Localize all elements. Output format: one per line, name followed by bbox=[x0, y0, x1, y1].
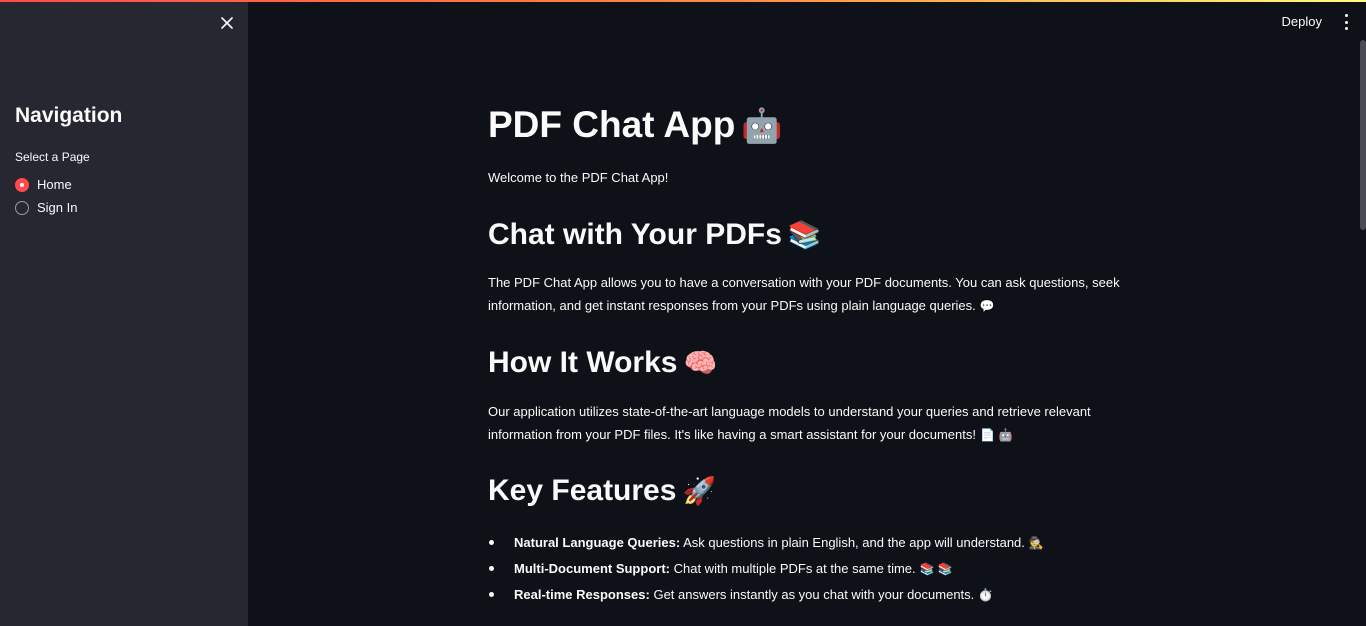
feature-text: Ask questions in plain English, and the … bbox=[683, 535, 1025, 550]
radio-option-sign-in[interactable]: Sign In bbox=[15, 200, 77, 215]
feature-title: Multi-Document Support: bbox=[514, 561, 670, 576]
dot bbox=[1344, 20, 1348, 24]
radio-option-label: Sign In bbox=[37, 200, 78, 215]
section-body-text: The PDF Chat App allows you to have a co… bbox=[488, 275, 1120, 313]
rocket-icon: 🚀 bbox=[682, 476, 717, 506]
brain-icon: 🧠 bbox=[683, 348, 718, 378]
welcome-text: Welcome to the PDF Chat App! bbox=[488, 170, 669, 185]
feature-title: Real-time Responses: bbox=[514, 587, 650, 602]
radio-option-home[interactable]: Home bbox=[15, 177, 72, 192]
section-body-how: Our application utilizes state-of-the-ar… bbox=[488, 400, 1128, 447]
top-decoration-bar bbox=[0, 0, 1366, 2]
dot bbox=[1344, 14, 1348, 17]
page-title: PDF Chat App 🤖 bbox=[488, 104, 783, 146]
sidebar-title: Navigation bbox=[15, 104, 123, 127]
radio-unselected-indicator[interactable] bbox=[15, 200, 29, 215]
section-heading-text: How It Works bbox=[488, 346, 678, 379]
section-body-chat: The PDF Chat App allows you to have a co… bbox=[488, 271, 1128, 318]
books-icon: 📚 📚 bbox=[919, 562, 953, 576]
sidebar: Navigation Select a Page Home Sign In bbox=[0, 0, 248, 626]
close-icon bbox=[221, 17, 233, 29]
stopwatch-icon: ⏱️ bbox=[978, 588, 994, 602]
detective-icon: 🕵️ bbox=[1028, 536, 1044, 550]
list-item: Real-time Responses: Get answers instant… bbox=[488, 582, 1044, 608]
robot-icon: 🤖 bbox=[741, 108, 783, 145]
feature-text: Chat with multiple PDFs at the same time… bbox=[673, 561, 916, 576]
close-sidebar-button[interactable] bbox=[216, 12, 238, 34]
books-icon: 📚 bbox=[787, 220, 822, 250]
section-heading-features: Key Features 🚀 bbox=[488, 474, 716, 508]
radio-group-label: Select a Page bbox=[15, 150, 90, 164]
feature-title: Natural Language Queries: bbox=[514, 535, 681, 550]
section-heading-text: Chat with Your PDFs bbox=[488, 218, 782, 251]
dot bbox=[1344, 27, 1348, 30]
list-item: Natural Language Queries: Ask questions … bbox=[488, 530, 1044, 556]
radio-option-label: Home bbox=[37, 177, 72, 192]
feature-text: Get answers instantly as you chat with y… bbox=[653, 587, 975, 602]
list-item: Multi-Document Support: Chat with multip… bbox=[488, 556, 1044, 582]
section-heading-text: Key Features bbox=[488, 474, 677, 507]
speech-bubble-icon: 💬 bbox=[979, 299, 995, 313]
page-title-text: PDF Chat App bbox=[488, 104, 736, 145]
app-header: Deploy bbox=[1066, 2, 1366, 42]
document-robot-icons: 📄 🤖 bbox=[980, 428, 1014, 442]
radio-selected-indicator[interactable] bbox=[15, 177, 29, 192]
deploy-button[interactable]: Deploy bbox=[1282, 14, 1322, 29]
main-menu-button[interactable] bbox=[1340, 14, 1352, 30]
feature-list: Natural Language Queries: Ask questions … bbox=[488, 530, 1044, 608]
page-scrollbar[interactable] bbox=[1360, 40, 1366, 230]
section-heading-how: How It Works 🧠 bbox=[488, 346, 717, 380]
section-heading-chat: Chat with Your PDFs 📚 bbox=[488, 218, 822, 252]
